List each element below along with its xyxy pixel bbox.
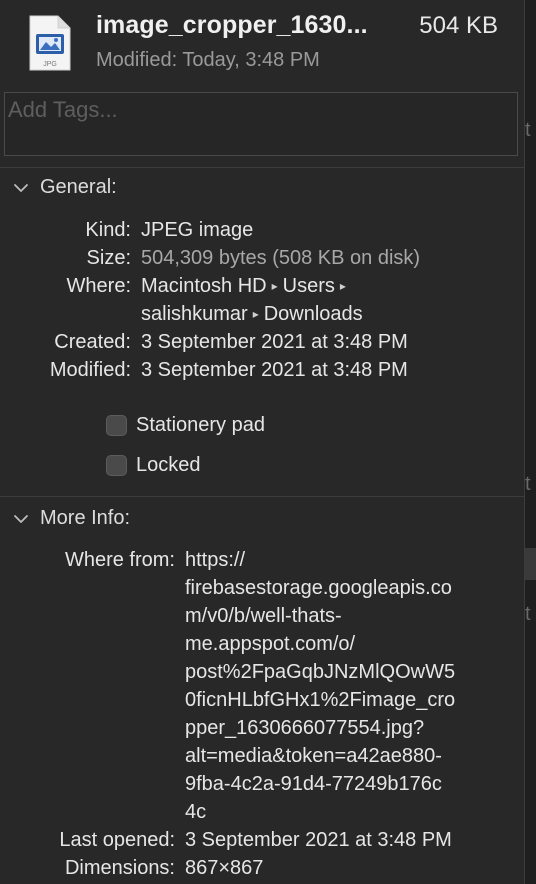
path-arrow-icon: ▸ [271, 279, 278, 293]
where-from-line: post%2FpaGqbJNzMlQOwW5 [185, 661, 456, 683]
created-label: Created: [54, 331, 131, 353]
path-downloads[interactable]: Downloads [264, 303, 363, 325]
chevron-down-icon [14, 514, 28, 523]
modified-row: Modified: 3 September 2021 at 3:48 PM [0, 356, 408, 384]
more-info-section-title: More Info: [40, 507, 131, 529]
file-name: image_cropper_1630... [96, 11, 368, 39]
size-row: Size: 504,309 bytes (508 KB on disk) [0, 244, 421, 272]
stationery-pad-checkbox[interactable] [106, 415, 127, 436]
modified-value: 3 September 2021 at 3:48 PM [141, 359, 408, 381]
separator [0, 496, 525, 497]
get-info-panel: JPG image_cropper_1630... 504 KB Modifie… [0, 0, 525, 884]
more-info-section-header[interactable]: More Info: [12, 507, 130, 530]
separator [0, 167, 525, 168]
where-from-line: https:// [185, 549, 246, 571]
where-from-label: Where from: [64, 549, 175, 571]
file-modified-date: Modified: Today, 3:48 PM [96, 49, 320, 71]
file-size: 504 KB [419, 12, 498, 39]
general-section-title: General: [40, 176, 117, 198]
path-users[interactable]: Users [283, 275, 335, 297]
stationery-pad-row[interactable]: Stationery pad [106, 414, 265, 437]
background-text-fragment: t [525, 603, 531, 625]
jpeg-document-icon[interactable]: JPG [28, 14, 72, 72]
where-from-line: me.appspot.com/o/ [185, 633, 356, 655]
where-from-line: firebasestorage.googleapis.co [185, 577, 452, 599]
last-opened-value: 3 September 2021 at 3:48 PM [185, 829, 452, 851]
where-from-value: https:// firebasestorage.googleapis.co m… [185, 546, 455, 826]
background-text-fragment: t [525, 119, 531, 141]
created-row: Created: 3 September 2021 at 3:48 PM [0, 328, 408, 356]
where-from-line: alt=media&token=a42ae880- [185, 745, 442, 767]
kind-value: JPEG image [141, 219, 254, 241]
background-row-highlight [525, 548, 536, 580]
dimensions-value: 867×867 [185, 857, 264, 879]
dimensions-row: Dimensions: 867×867 [0, 854, 263, 882]
locked-checkbox[interactable] [106, 455, 127, 476]
where-from-line: 0ficnHLbfGHx1%2Fimage_cro [185, 689, 456, 711]
general-section-header[interactable]: General: [12, 176, 117, 199]
background-window-edge: t t t [525, 0, 536, 884]
locked-label: Locked [136, 454, 201, 476]
background-text-fragment: t [525, 473, 531, 495]
last-opened-label: Last opened: [59, 829, 175, 851]
kind-row: Kind: JPEG image [0, 216, 253, 244]
last-opened-row: Last opened: 3 September 2021 at 3:48 PM [0, 826, 452, 854]
path-salishkumar[interactable]: salishkumar [141, 303, 248, 325]
file-type-badge: JPG [43, 61, 57, 68]
where-label: Where: [66, 275, 131, 297]
tags-placeholder: Add Tags... [8, 97, 118, 122]
path-macintosh-hd[interactable]: Macintosh HD [141, 275, 267, 297]
kind-label: Kind: [85, 219, 131, 241]
dimensions-label: Dimensions: [64, 857, 175, 879]
where-row: Where: Macintosh HD ▸ Users ▸ [0, 272, 351, 302]
modified-label: Modified: [49, 359, 131, 381]
add-tags-field[interactable]: Add Tags... [4, 92, 518, 156]
where-from-line: 4c [185, 801, 207, 823]
size-value: 504,309 bytes (508 KB on disk) [141, 247, 421, 269]
where-from-row: Where from: [0, 546, 175, 574]
chevron-down-icon [14, 183, 28, 192]
where-from-line: m/v0/b/well-thats- [185, 605, 342, 627]
path-arrow-icon: ▸ [252, 307, 259, 321]
locked-row[interactable]: Locked [106, 454, 201, 477]
where-row-continued: salishkumar ▸ Downloads [0, 300, 363, 330]
where-from-line: pper_1630666077554.jpg? [185, 717, 425, 739]
path-arrow-icon: ▸ [339, 279, 346, 293]
stationery-pad-label: Stationery pad [136, 414, 265, 436]
where-from-line: 9fba-4c2a-91d4-77249b176c [185, 773, 442, 795]
created-value: 3 September 2021 at 3:48 PM [141, 331, 408, 353]
size-label: Size: [86, 247, 131, 269]
